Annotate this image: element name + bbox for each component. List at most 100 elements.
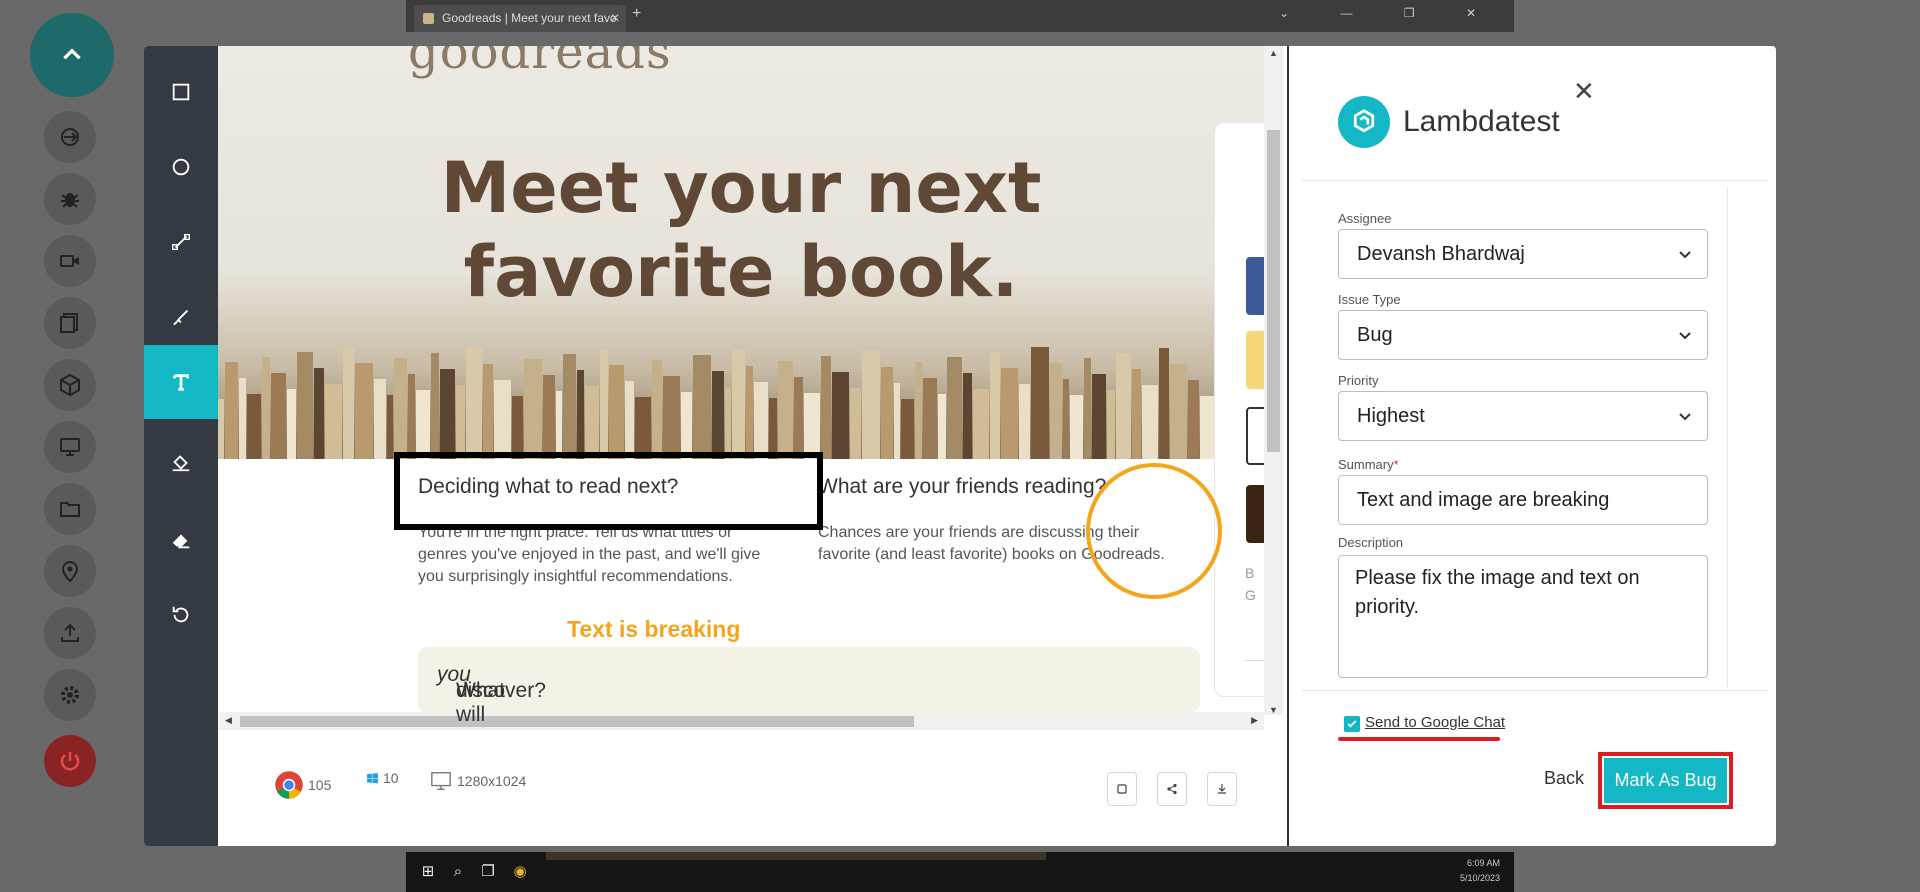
chevron-up-icon bbox=[63, 48, 81, 60]
settings-button[interactable] bbox=[44, 669, 96, 721]
book-spine bbox=[881, 367, 893, 459]
priority-value: Highest bbox=[1357, 405, 1425, 427]
download-button[interactable] bbox=[1207, 772, 1237, 806]
files-button[interactable] bbox=[44, 483, 96, 535]
search-icon[interactable]: ⌕ bbox=[448, 862, 468, 882]
cube-icon bbox=[60, 373, 80, 397]
book-spine bbox=[915, 362, 922, 459]
pen-tool[interactable] bbox=[144, 280, 218, 354]
scroll-up-icon[interactable]: ▲ bbox=[1269, 48, 1278, 58]
book-spine bbox=[894, 383, 900, 459]
rectangle-annotation[interactable] bbox=[394, 452, 823, 530]
brand-name: Lambdatest bbox=[1403, 105, 1560, 138]
remote-browser-tab[interactable]: Goodreads | Meet your next favo ✕ bbox=[414, 5, 626, 32]
close-tab-icon[interactable]: ✕ bbox=[610, 5, 620, 32]
os-info: 10 bbox=[366, 770, 399, 786]
discover-heading: What will you discover? bbox=[437, 663, 546, 726]
resolution-monitor-icon bbox=[431, 772, 451, 790]
vertical-scroll-thumb[interactable] bbox=[1267, 130, 1280, 452]
chevron-down-icon bbox=[1679, 413, 1691, 421]
scroll-left-icon[interactable]: ◀ bbox=[225, 715, 232, 726]
chevron-down-icon bbox=[1679, 251, 1691, 259]
copy-button[interactable] bbox=[1107, 772, 1137, 806]
book-spine bbox=[938, 394, 946, 459]
book-spine bbox=[804, 393, 820, 459]
cube-button[interactable] bbox=[44, 359, 96, 411]
fill-tool[interactable] bbox=[144, 425, 218, 499]
book-spine bbox=[862, 351, 880, 459]
text-icon bbox=[173, 374, 189, 391]
book-spine bbox=[1132, 369, 1141, 459]
book-spine bbox=[1170, 364, 1187, 459]
mark-as-bug-button[interactable]: Mark As Bug bbox=[1604, 758, 1727, 803]
summary-input[interactable]: Text and image are breaking bbox=[1338, 475, 1708, 525]
screenshot-preview[interactable]: goodreads Meet your next favorite book. … bbox=[218, 46, 1283, 730]
col2-heading: What are your friends reading? bbox=[818, 475, 1107, 498]
book-spine bbox=[239, 378, 246, 459]
text-tool[interactable] bbox=[144, 345, 218, 419]
end-session-button[interactable] bbox=[44, 735, 96, 787]
description-textarea[interactable]: Please fix the image and text on priorit… bbox=[1338, 555, 1708, 678]
book-spine bbox=[947, 357, 962, 459]
book-spine bbox=[1084, 358, 1091, 459]
book-spine bbox=[609, 365, 624, 459]
assignee-select[interactable]: Devansh Bhardwaj bbox=[1338, 229, 1708, 279]
browser-version: 105 bbox=[308, 777, 332, 793]
check-icon bbox=[1347, 720, 1357, 728]
circle-tool[interactable] bbox=[144, 130, 218, 204]
line-tool[interactable] bbox=[144, 205, 218, 279]
task-view-icon[interactable]: ❐ bbox=[478, 862, 498, 882]
priority-select[interactable]: Highest bbox=[1338, 391, 1708, 441]
back-button[interactable]: Back bbox=[1544, 768, 1584, 789]
chrome-taskbar-icon[interactable]: ◉ bbox=[510, 862, 530, 882]
book-spine bbox=[923, 378, 937, 459]
book-spine bbox=[850, 388, 861, 459]
rectangle-tool[interactable] bbox=[144, 55, 218, 129]
horizontal-scroll-thumb[interactable] bbox=[240, 716, 914, 727]
send-to-google-chat-checkbox[interactable] bbox=[1344, 716, 1360, 732]
book-spine bbox=[287, 389, 296, 459]
paint-bucket-icon bbox=[172, 455, 190, 472]
upload-button[interactable] bbox=[44, 607, 96, 659]
collapse-toolbar-button[interactable] bbox=[30, 13, 114, 97]
switch-session-button[interactable] bbox=[44, 111, 96, 163]
book-spine bbox=[394, 358, 407, 459]
screen-button[interactable] bbox=[44, 421, 96, 473]
book-spine bbox=[440, 369, 455, 459]
book-spine bbox=[663, 376, 680, 459]
book-spine bbox=[374, 379, 386, 459]
record-video-button[interactable] bbox=[44, 235, 96, 287]
book-spine bbox=[1031, 347, 1049, 459]
horizontal-scrollbar[interactable]: ◀ ▶ bbox=[218, 712, 1264, 730]
close-icon[interactable]: ✕ bbox=[1573, 78, 1595, 104]
vertical-scrollbar[interactable]: ▲ ▼ bbox=[1264, 46, 1283, 715]
issue-type-select[interactable]: Bug bbox=[1338, 310, 1708, 360]
windows-start-icon[interactable]: ⊞ bbox=[418, 862, 438, 882]
text-annotation[interactable]: Text is breaking bbox=[567, 616, 740, 643]
book-spine bbox=[563, 354, 576, 459]
new-tab-icon[interactable]: + bbox=[632, 5, 641, 23]
window-controls[interactable]: ⌄ — ❐ ✕ bbox=[1279, 6, 1500, 20]
circle-annotation[interactable] bbox=[1086, 463, 1222, 599]
hero-title: Meet your next favorite book. bbox=[218, 146, 1264, 314]
scroll-right-icon[interactable]: ▶ bbox=[1251, 715, 1258, 726]
send-to-google-chat-label[interactable]: Send to Google Chat bbox=[1365, 714, 1505, 731]
book-spine bbox=[416, 390, 430, 459]
bug-report-button[interactable] bbox=[44, 173, 96, 225]
book-spine bbox=[973, 389, 989, 459]
undo-tool[interactable] bbox=[144, 578, 218, 652]
eraser-icon bbox=[172, 534, 190, 549]
share-button[interactable] bbox=[1157, 772, 1187, 806]
annotation-toolbar bbox=[144, 46, 218, 846]
required-marker: * bbox=[1393, 457, 1399, 472]
book-spine bbox=[1050, 363, 1062, 459]
scroll-down-icon[interactable]: ▼ bbox=[1269, 705, 1278, 715]
book-spine bbox=[1142, 385, 1158, 459]
issue-type-value: Bug bbox=[1357, 324, 1393, 346]
gallery-button[interactable] bbox=[44, 297, 96, 349]
book-spine bbox=[1063, 379, 1069, 459]
book-spine bbox=[600, 349, 608, 459]
book-spine bbox=[247, 394, 261, 459]
location-button[interactable] bbox=[44, 545, 96, 597]
eraser-tool[interactable] bbox=[144, 503, 218, 577]
